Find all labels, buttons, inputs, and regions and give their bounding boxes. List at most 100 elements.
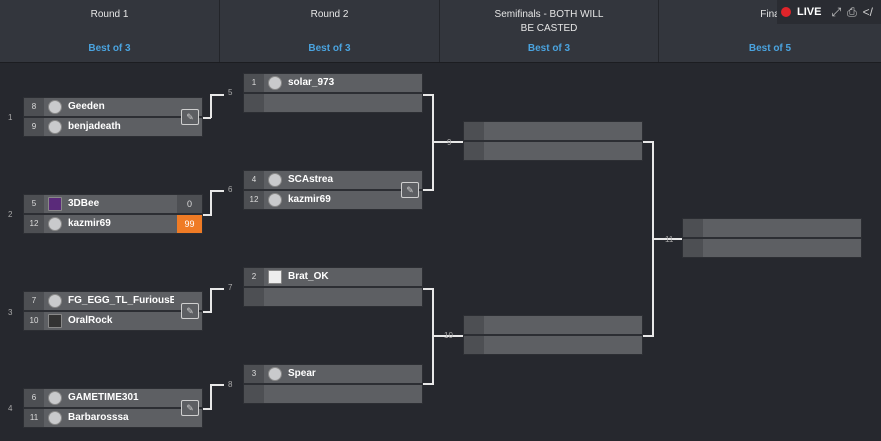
match-slot[interactable]: 7 FG_EGG_TL_FuriousEgg [23, 291, 203, 311]
match-number: 1 [8, 113, 13, 122]
player-logo-icon [48, 217, 62, 231]
match-1[interactable]: 8 Geeden 9 benjadeath ✎ [23, 97, 203, 138]
match-4[interactable]: 6 GAMETIME301 11 Barbarosssa ✎ [23, 388, 203, 429]
seed-number [244, 288, 264, 306]
connector-line [210, 94, 224, 96]
match-7[interactable]: 2 Brat_OK [243, 267, 423, 308]
match-slot[interactable]: 8 Geeden [23, 97, 203, 117]
match-slot[interactable]: 1 solar_973 [243, 73, 423, 93]
match-slot-empty[interactable] [463, 121, 643, 141]
seed-number [464, 122, 484, 140]
match-slot-empty[interactable] [463, 315, 643, 335]
live-indicator-icon [781, 7, 791, 17]
match-9[interactable] [463, 121, 643, 162]
live-label[interactable]: LIVE [797, 6, 821, 18]
match-slot[interactable]: 6 GAMETIME301 [23, 388, 203, 408]
seed-number [683, 239, 703, 257]
match-slot[interactable]: 4 SCAstrea [243, 170, 423, 190]
seed-number [464, 142, 484, 160]
seed-number: 10 [24, 312, 44, 330]
connector-line [210, 288, 224, 290]
player-logo-icon [48, 314, 62, 328]
score: 0 [177, 195, 202, 213]
player-name: benjadeath [68, 121, 121, 132]
match-number: 7 [228, 283, 233, 292]
match-number: 5 [228, 88, 233, 97]
match-number: 9 [447, 138, 452, 147]
player-name: FG_EGG_TL_FuriousEgg [68, 295, 174, 306]
column-round-2: Round 2 Best of 3 [220, 0, 440, 62]
match-number: 6 [228, 185, 233, 194]
bracket-header: Round 1 Best of 3 Round 2 Best of 3 Semi… [0, 0, 881, 63]
player-name: 3DBee [68, 198, 100, 209]
seed-number [244, 385, 264, 403]
match-slot-empty[interactable] [243, 287, 423, 307]
connector-line [210, 190, 224, 192]
connector-line [642, 335, 654, 337]
match-number: 4 [8, 404, 13, 413]
seed-number: 11 [24, 409, 44, 427]
match-slot[interactable]: 9 benjadeath [23, 117, 203, 137]
seed-number: 1 [244, 74, 264, 92]
player-name: Geeden [68, 101, 105, 112]
player-name: GAMETIME301 [68, 392, 139, 403]
seed-number: 4 [244, 171, 264, 189]
connector-line [423, 383, 433, 385]
seed-number [244, 94, 264, 112]
match-11[interactable] [682, 218, 862, 259]
player-logo-icon [48, 391, 62, 405]
match-5[interactable]: 1 solar_973 [243, 73, 423, 114]
connector-line [210, 94, 212, 118]
match-slot[interactable]: 3 Spear [243, 364, 423, 384]
embed-code-icon[interactable]: </ [863, 5, 873, 19]
match-slot[interactable]: 2 Brat_OK [243, 267, 423, 287]
match-number: 3 [8, 308, 13, 317]
match-6[interactable]: 4 SCAstrea 12 kazmir69 ✎ [243, 170, 423, 211]
seed-number [464, 336, 484, 354]
seed-number: 9 [24, 118, 44, 136]
match-slot[interactable]: 12 kazmir69 99 [23, 214, 203, 234]
score-winner: 99 [177, 215, 202, 233]
match-2[interactable]: 5 3DBee 0 12 kazmir69 99 [23, 194, 203, 235]
fullscreen-icon[interactable]: ⤢ [831, 5, 841, 20]
match-slot[interactable]: 12 kazmir69 [243, 190, 423, 210]
player-logo-icon [268, 270, 282, 284]
column-best-of: Best of 5 [748, 43, 792, 54]
match-slot-empty[interactable] [463, 335, 643, 355]
player-name: kazmir69 [288, 194, 331, 205]
column-best-of: Best of 3 [88, 43, 131, 54]
player-name: Spear [288, 368, 316, 379]
match-number: 8 [228, 380, 233, 389]
seed-number: 3 [244, 365, 264, 383]
player-name: Brat_OK [288, 271, 329, 282]
seed-number: 6 [24, 389, 44, 407]
match-slot[interactable]: 10 OralRock [23, 311, 203, 331]
player-logo-icon [268, 76, 282, 90]
edit-match-icon[interactable]: ✎ [401, 182, 419, 198]
seed-number [464, 316, 484, 334]
connector-line [210, 288, 212, 313]
match-3[interactable]: 7 FG_EGG_TL_FuriousEgg 10 OralRock ✎ [23, 291, 203, 332]
print-icon[interactable]: ⎙ [847, 5, 857, 20]
seed-number: 12 [244, 191, 264, 209]
connector-line [210, 190, 212, 216]
column-best-of: Best of 3 [527, 43, 571, 54]
match-slot-empty[interactable] [243, 93, 423, 113]
match-slot-empty[interactable] [682, 238, 862, 258]
match-slot-empty[interactable] [682, 218, 862, 238]
edit-match-icon[interactable]: ✎ [181, 400, 199, 416]
player-logo-icon [268, 173, 282, 187]
player-name: OralRock [68, 315, 113, 326]
column-title: Semifinals - BOTH WILL BE CASTED [494, 9, 604, 34]
player-logo-icon [268, 193, 282, 207]
edit-match-icon[interactable]: ✎ [181, 303, 199, 319]
match-slot-empty[interactable] [243, 384, 423, 404]
match-8[interactable]: 3 Spear [243, 364, 423, 405]
match-slot[interactable]: 11 Barbarosssa [23, 408, 203, 428]
edit-match-icon[interactable]: ✎ [181, 109, 199, 125]
match-slot-empty[interactable] [463, 141, 643, 161]
player-logo-icon [48, 411, 62, 425]
match-10[interactable] [463, 315, 643, 356]
player-name: kazmir69 [68, 218, 111, 229]
match-slot[interactable]: 5 3DBee 0 [23, 194, 203, 214]
